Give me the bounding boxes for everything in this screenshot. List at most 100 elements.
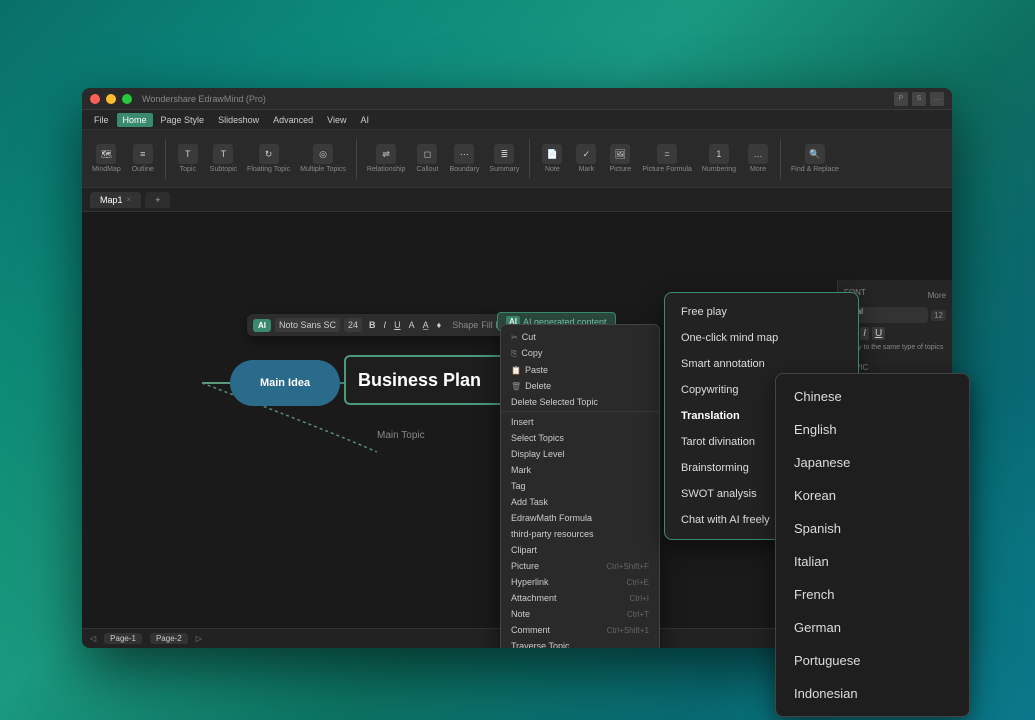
cm-formula[interactable]: EdrawMath Formula — [501, 510, 659, 526]
toolbar-mindmap[interactable]: 🗺 MindMap — [88, 142, 125, 175]
toolbar-mark[interactable]: ✓ Mark — [570, 142, 602, 175]
underline-button[interactable]: U — [391, 318, 404, 332]
lang-french[interactable]: French — [776, 578, 969, 611]
tab-map1-close[interactable]: × — [127, 195, 132, 204]
mark-label: Mark — [579, 166, 595, 173]
cm-copy[interactable]: ⎘Copy — [501, 345, 659, 362]
toolbar-multiple[interactable]: ◎ Multiple Topics — [296, 142, 350, 175]
italic-button[interactable]: I — [381, 318, 390, 332]
menu-view[interactable]: View — [321, 113, 352, 127]
font-size[interactable]: 24 — [344, 318, 362, 332]
menu-file[interactable]: File — [88, 113, 115, 127]
callout-label: Callout — [417, 166, 439, 173]
cm-add-task[interactable]: Add Task — [501, 494, 659, 510]
toolbar-floating[interactable]: ↻ Floating Topic — [243, 142, 294, 175]
format-buttons: B I U A A̲ ♦ — [366, 318, 444, 332]
window-controls: P S … — [894, 92, 944, 106]
highlight-button[interactable]: A̲ — [420, 318, 432, 332]
cm-attachment[interactable]: AttachmentCtrl+I — [501, 590, 659, 606]
toolbar-relationship[interactable]: ⇌ Relationship — [363, 142, 410, 175]
cm-delete-topic[interactable]: Delete Selected Topic — [501, 394, 659, 412]
more-link[interactable]: More — [928, 291, 946, 300]
nav-next[interactable]: ▷ — [196, 634, 202, 643]
toolbar-more[interactable]: … More — [742, 142, 774, 175]
cm-hyperlink[interactable]: HyperlinkCtrl+E — [501, 574, 659, 590]
lang-english[interactable]: English — [776, 413, 969, 446]
minimize-dot[interactable] — [106, 94, 116, 104]
ai-free-play[interactable]: Free play — [665, 299, 858, 325]
bold-button[interactable]: B — [366, 318, 379, 332]
topic-section-title: Topic — [844, 363, 946, 372]
toolbar-outline[interactable]: ≡ Outline — [127, 142, 159, 175]
tab-map1[interactable]: Map1 × — [90, 192, 141, 208]
cm-mark[interactable]: Mark — [501, 462, 659, 478]
toolbar-subtopic[interactable]: T Subtopic — [206, 142, 241, 175]
font-section: Font More Arial 12 B I U Apply to the sa… — [844, 288, 946, 351]
note-label: Note — [545, 166, 560, 173]
cm-traverse[interactable]: Traverse Topic — [501, 638, 659, 648]
page-label[interactable]: Page-1 — [104, 633, 142, 644]
nav-prev[interactable]: ◁ — [90, 634, 96, 643]
cm-clipart[interactable]: Clipart — [501, 542, 659, 558]
multiple-label: Multiple Topics — [300, 166, 346, 173]
lang-korean[interactable]: Korean — [776, 479, 969, 512]
relationship-label: Relationship — [367, 166, 406, 173]
tab-new[interactable]: + — [145, 192, 170, 208]
lang-japanese[interactable]: Japanese — [776, 446, 969, 479]
numbering-label: Numbering — [702, 166, 736, 173]
page2-label[interactable]: Page-2 — [150, 633, 188, 644]
picture-label: Picture — [609, 166, 631, 173]
divider-3 — [529, 139, 530, 179]
italic-format[interactable]: I — [860, 327, 869, 340]
cm-delete[interactable]: 🗑Delete — [501, 378, 659, 394]
text-color-button[interactable]: A — [406, 318, 418, 332]
menu-advanced[interactable]: Advanced — [267, 113, 319, 127]
toolbar-summary[interactable]: ≣ Summary — [485, 142, 523, 175]
menu-slideshow[interactable]: Slideshow — [212, 113, 265, 127]
topic-icon: T — [178, 144, 198, 164]
menu-page-style[interactable]: Page Style — [155, 113, 211, 127]
cm-display-level[interactable]: Display Level — [501, 446, 659, 462]
main-idea-node[interactable]: Main Idea — [230, 360, 340, 406]
cm-insert[interactable]: Insert — [501, 414, 659, 430]
lang-spanish[interactable]: Spanish — [776, 512, 969, 545]
lang-portuguese[interactable]: Portuguese — [776, 644, 969, 677]
cm-select-topics[interactable]: Select Topics — [501, 430, 659, 446]
lang-german[interactable]: German — [776, 611, 969, 644]
lang-italian[interactable]: Italian — [776, 545, 969, 578]
toolbar-numbering[interactable]: 1 Numbering — [698, 142, 740, 175]
toolbar-formula[interactable]: = Picture Formula — [638, 142, 695, 175]
formula-icon: = — [657, 144, 677, 164]
callout-icon: ◻ — [417, 144, 437, 164]
menu-ai[interactable]: AI — [354, 113, 375, 127]
toolbar-boundary[interactable]: ⋯ Boundary — [445, 142, 483, 175]
toolbar-topic[interactable]: T Topic — [172, 142, 204, 175]
cm-paste[interactable]: 📋Paste — [501, 362, 659, 378]
cm-picture[interactable]: PictureCtrl+Shift+F — [501, 558, 659, 574]
cm-third-party[interactable]: third-party resources — [501, 526, 659, 542]
close-dot[interactable] — [90, 94, 100, 104]
more-format-button[interactable]: ♦ — [434, 318, 445, 332]
more-btn[interactable]: … — [930, 92, 944, 106]
font-size-input[interactable]: 12 — [931, 310, 946, 321]
share-button[interactable]: S — [912, 92, 926, 106]
cm-note[interactable]: NoteCtrl+T — [501, 606, 659, 622]
cm-tag[interactable]: Tag — [501, 478, 659, 494]
toolbar-picture[interactable]: 🖼 Picture — [604, 142, 636, 175]
lang-indonesian[interactable]: Indonesian — [776, 677, 969, 710]
ai-one-click[interactable]: One-click mind map — [665, 325, 858, 351]
lang-chinese[interactable]: Chinese — [776, 380, 969, 413]
cm-comment[interactable]: CommentCtrl+Shift+1 — [501, 622, 659, 638]
font-selector[interactable]: Noto Sans SC — [275, 318, 340, 332]
note-shortcut: Ctrl+T — [627, 610, 649, 619]
maximize-dot[interactable] — [122, 94, 132, 104]
font-row: Arial 12 — [844, 307, 946, 323]
language-submenu: Chinese English Japanese Korean Spanish … — [775, 373, 970, 717]
underline-format[interactable]: U — [872, 327, 885, 340]
toolbar-note[interactable]: 📄 Note — [536, 142, 568, 175]
toolbar-find-replace[interactable]: 🔍 Find & Replace — [787, 142, 843, 175]
menu-home[interactable]: Home — [117, 113, 153, 127]
publish-button[interactable]: P — [894, 92, 908, 106]
toolbar-callout[interactable]: ◻ Callout — [411, 142, 443, 175]
cm-cut[interactable]: ✂Cut — [501, 329, 659, 345]
